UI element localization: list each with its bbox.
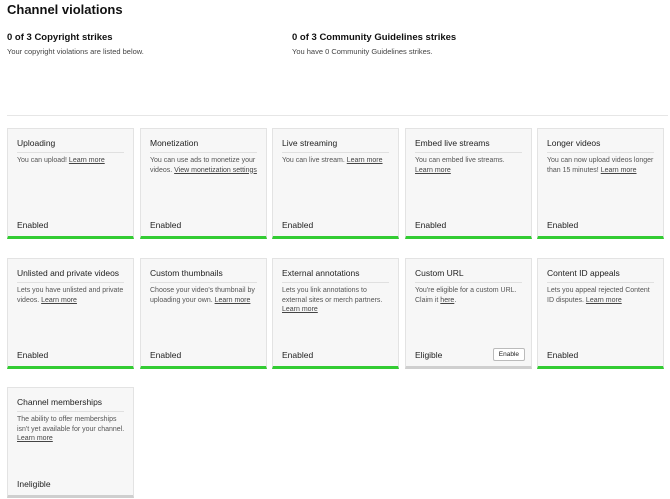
community-strikes-title: 0 of 3 Community Guidelines strikes: [292, 32, 457, 43]
card-desc: Choose your video's thumbnail by uploadi…: [150, 286, 259, 305]
status-label: Enabled: [17, 350, 49, 360]
card-desc: Lets you link annotations to external si…: [282, 286, 391, 315]
card-title: Content ID appeals: [547, 268, 654, 283]
card-desc-text: You can live stream.: [282, 157, 345, 164]
card-desc-text: The ability to offer memberships isn't y…: [17, 416, 125, 433]
status-label: Enabled: [282, 350, 314, 360]
card-title: Custom URL: [415, 268, 522, 283]
status-label: Enabled: [17, 220, 49, 230]
learn-more-link[interactable]: Learn more: [415, 167, 451, 174]
card-desc: You can live stream. Learn more: [282, 156, 391, 166]
copyright-strikes-desc: Your copyright violations are listed bel…: [7, 47, 144, 56]
page-title: Channel violations: [7, 2, 123, 17]
feature-card-uploading: Uploading You can upload! Learn more Ena…: [7, 128, 134, 239]
card-desc: You can now upload videos longer than 15…: [547, 156, 656, 175]
community-strikes-desc: You have 0 Community Guidelines strikes.: [292, 47, 433, 56]
status-label: Eligible: [415, 350, 443, 360]
card-title: Unlisted and private videos: [17, 268, 124, 283]
feature-card-longer-videos: Longer videos You can now upload videos …: [537, 128, 664, 239]
feature-card-external-annotations: External annotations Lets you link annot…: [272, 258, 399, 369]
learn-more-link[interactable]: Learn more: [215, 297, 251, 304]
feature-card-monetization: Monetization You can use ads to monetize…: [140, 128, 267, 239]
card-desc: You're eligible for a custom URL. Claim …: [415, 286, 524, 305]
status-label: Enabled: [415, 220, 447, 230]
card-title: Monetization: [150, 138, 257, 153]
view-monetization-settings-link[interactable]: View monetization settings: [174, 167, 257, 174]
card-title: Uploading: [17, 138, 124, 153]
card-title: Longer videos: [547, 138, 654, 153]
section-divider: [7, 115, 668, 116]
status-label: Enabled: [547, 350, 579, 360]
feature-card-unlisted-private: Unlisted and private videos Lets you hav…: [7, 258, 134, 369]
card-desc-text: You can upload!: [17, 157, 67, 164]
card-title: Live streaming: [282, 138, 389, 153]
status-label: Enabled: [150, 220, 182, 230]
card-desc: Lets you appeal rejected Content ID disp…: [547, 286, 656, 305]
card-desc-suffix: .: [454, 296, 457, 304]
learn-more-link[interactable]: Learn more: [69, 157, 105, 164]
card-desc-text: You can embed live streams.: [415, 157, 505, 164]
learn-more-link[interactable]: Learn more: [41, 297, 77, 304]
feature-card-custom-url: Custom URL You're eligible for a custom …: [405, 258, 532, 369]
card-desc: The ability to offer memberships isn't y…: [17, 415, 126, 444]
card-title: External annotations: [282, 268, 389, 283]
status-label: Enabled: [547, 220, 579, 230]
copyright-strikes: 0 of 3 Copyright strikes Your copyright …: [7, 32, 144, 56]
feature-card-channel-memberships: Channel memberships The ability to offer…: [7, 387, 134, 498]
card-title: Custom thumbnails: [150, 268, 257, 283]
card-title: Channel memberships: [17, 397, 124, 412]
card-desc-text: You're eligible for a custom URL. Claim …: [415, 287, 517, 304]
feature-card-embed-live-streams: Embed live streams You can embed live st…: [405, 128, 532, 239]
copyright-strikes-title: 0 of 3 Copyright strikes: [7, 32, 113, 43]
card-title: Embed live streams: [415, 138, 522, 153]
feature-card-live-streaming: Live streaming You can live stream. Lear…: [272, 128, 399, 239]
card-desc: You can use ads to monetize your videos.…: [150, 156, 259, 175]
card-desc-text: Lets you link annotations to external si…: [282, 287, 383, 304]
learn-more-link[interactable]: Learn more: [282, 306, 318, 313]
claim-here-link[interactable]: here: [440, 297, 454, 304]
learn-more-link[interactable]: Learn more: [347, 157, 383, 164]
status-label: Ineligible: [17, 479, 51, 489]
status-label: Enabled: [282, 220, 314, 230]
learn-more-link[interactable]: Learn more: [601, 167, 637, 174]
learn-more-link[interactable]: Learn more: [17, 435, 53, 442]
learn-more-link[interactable]: Learn more: [586, 297, 622, 304]
feature-card-content-id-appeals: Content ID appeals Lets you appeal rejec…: [537, 258, 664, 369]
feature-card-custom-thumbnails: Custom thumbnails Choose your video's th…: [140, 258, 267, 369]
card-desc: You can upload! Learn more: [17, 156, 126, 166]
card-desc: You can embed live streams. Learn more: [415, 156, 524, 175]
enable-button[interactable]: Enable: [492, 348, 525, 361]
community-strikes: 0 of 3 Community Guidelines strikes You …: [292, 32, 456, 56]
status-label: Enabled: [150, 350, 182, 360]
card-desc: Lets you have unlisted and private video…: [17, 286, 126, 305]
